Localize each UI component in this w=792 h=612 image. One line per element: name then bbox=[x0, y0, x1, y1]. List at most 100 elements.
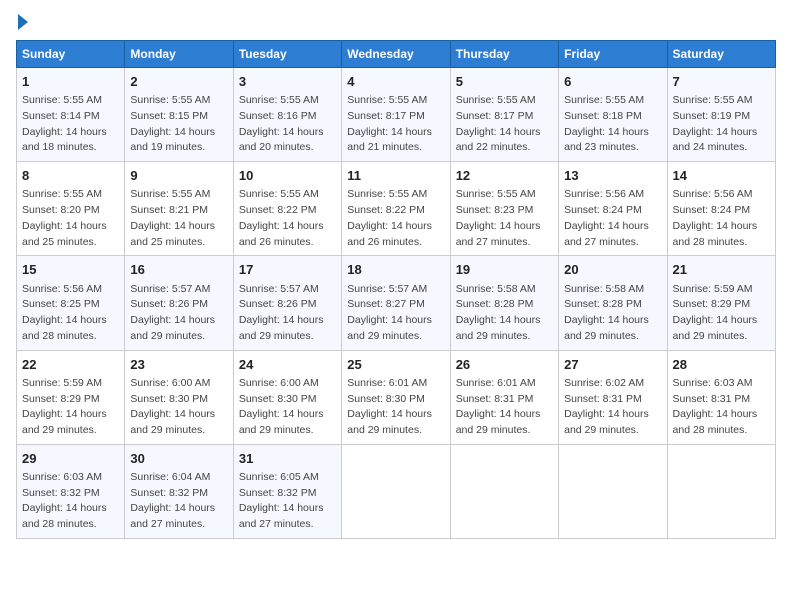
calendar-day-25: 25 Sunrise: 6:01 AMSunset: 8:30 PMDayligh… bbox=[342, 350, 450, 444]
day-number: 9 bbox=[130, 167, 227, 185]
day-info: Sunrise: 5:55 AMSunset: 8:17 PMDaylight:… bbox=[456, 94, 541, 153]
calendar-day-1: 1Sunrise: 5:55 AMSunset: 8:14 PMDaylight… bbox=[17, 68, 125, 162]
day-number: 3 bbox=[239, 73, 336, 91]
day-number: 21 bbox=[673, 261, 770, 279]
day-number: 28 bbox=[673, 356, 770, 374]
calendar-day-27: 27Sunrise: 6:02 AMSunset: 8:31 PMDayligh… bbox=[559, 350, 667, 444]
calendar-week-4: 22 Sunrise: 5:59 AMSunset: 8:29 PMDayligh… bbox=[17, 350, 776, 444]
day-info: Sunrise: 5:55 AMSunset: 8:16 PMDaylight:… bbox=[239, 94, 324, 153]
day-info: Sunrise: 5:56 AMSunset: 8:24 PMDaylight:… bbox=[564, 188, 649, 247]
calendar-day-18: 18 Sunrise: 5:57 AMSunset: 8:27 PMDayligh… bbox=[342, 256, 450, 350]
day-number: 29 bbox=[22, 450, 119, 468]
calendar-empty-cell bbox=[667, 444, 775, 538]
day-info: Sunrise: 5:57 AMSunset: 8:27 PMDaylight:… bbox=[347, 283, 432, 342]
day-number: 14 bbox=[673, 167, 770, 185]
calendar-day-31: 31 Sunrise: 6:05 AMSunset: 8:32 PMDayligh… bbox=[233, 444, 341, 538]
day-info: Sunrise: 5:55 AMSunset: 8:18 PMDaylight:… bbox=[564, 94, 649, 153]
calendar-day-8: 8 Sunrise: 5:55 AMSunset: 8:20 PMDaylight… bbox=[17, 162, 125, 256]
day-info: Sunrise: 6:00 AMSunset: 8:30 PMDaylight:… bbox=[239, 377, 324, 436]
day-info: Sunrise: 6:05 AMSunset: 8:32 PMDaylight:… bbox=[239, 471, 324, 530]
calendar-day-16: 16 Sunrise: 5:57 AMSunset: 8:26 PMDayligh… bbox=[125, 256, 233, 350]
calendar-day-4: 4Sunrise: 5:55 AMSunset: 8:17 PMDaylight… bbox=[342, 68, 450, 162]
calendar-day-28: 28 Sunrise: 6:03 AMSunset: 8:31 PMDayligh… bbox=[667, 350, 775, 444]
day-info: Sunrise: 5:55 AMSunset: 8:22 PMDaylight:… bbox=[239, 188, 324, 247]
calendar-day-21: 21 Sunrise: 5:59 AMSunset: 8:29 PMDayligh… bbox=[667, 256, 775, 350]
calendar-table: SundayMondayTuesdayWednesdayThursdayFrid… bbox=[16, 40, 776, 539]
day-number: 12 bbox=[456, 167, 553, 185]
day-info: Sunrise: 6:03 AMSunset: 8:31 PMDaylight:… bbox=[673, 377, 758, 436]
day-number: 26 bbox=[456, 356, 553, 374]
logo bbox=[16, 16, 28, 30]
calendar-day-3: 3 Sunrise: 5:55 AMSunset: 8:16 PMDaylight… bbox=[233, 68, 341, 162]
day-number: 10 bbox=[239, 167, 336, 185]
day-number: 6 bbox=[564, 73, 661, 91]
day-info: Sunrise: 6:01 AMSunset: 8:31 PMDaylight:… bbox=[456, 377, 541, 436]
day-info: Sunrise: 5:57 AMSunset: 8:26 PMDaylight:… bbox=[130, 283, 215, 342]
day-info: Sunrise: 5:55 AMSunset: 8:17 PMDaylight:… bbox=[347, 94, 432, 153]
calendar-week-1: 1Sunrise: 5:55 AMSunset: 8:14 PMDaylight… bbox=[17, 68, 776, 162]
day-number: 25 bbox=[347, 356, 444, 374]
day-info: Sunrise: 5:59 AMSunset: 8:29 PMDaylight:… bbox=[673, 283, 758, 342]
day-info: Sunrise: 5:55 AMSunset: 8:20 PMDaylight:… bbox=[22, 188, 107, 247]
day-info: Sunrise: 5:58 AMSunset: 8:28 PMDaylight:… bbox=[564, 283, 649, 342]
day-number: 18 bbox=[347, 261, 444, 279]
calendar-header-row: SundayMondayTuesdayWednesdayThursdayFrid… bbox=[17, 41, 776, 68]
day-number: 23 bbox=[130, 356, 227, 374]
calendar-empty-cell bbox=[559, 444, 667, 538]
calendar-day-17: 17Sunrise: 5:57 AMSunset: 8:26 PMDayligh… bbox=[233, 256, 341, 350]
day-header-tuesday: Tuesday bbox=[233, 41, 341, 68]
day-number: 2 bbox=[130, 73, 227, 91]
day-header-thursday: Thursday bbox=[450, 41, 558, 68]
calendar-day-24: 24 Sunrise: 6:00 AMSunset: 8:30 PMDayligh… bbox=[233, 350, 341, 444]
day-header-wednesday: Wednesday bbox=[342, 41, 450, 68]
day-number: 24 bbox=[239, 356, 336, 374]
calendar-day-23: 23 Sunrise: 6:00 AMSunset: 8:30 PMDayligh… bbox=[125, 350, 233, 444]
day-info: Sunrise: 5:55 AMSunset: 8:15 PMDaylight:… bbox=[130, 94, 215, 153]
calendar-day-29: 29 Sunrise: 6:03 AMSunset: 8:32 PMDayligh… bbox=[17, 444, 125, 538]
day-info: Sunrise: 5:55 AMSunset: 8:22 PMDaylight:… bbox=[347, 188, 432, 247]
day-number: 13 bbox=[564, 167, 661, 185]
day-info: Sunrise: 5:55 AMSunset: 8:21 PMDaylight:… bbox=[130, 188, 215, 247]
calendar-day-20: 20 Sunrise: 5:58 AMSunset: 8:28 PMDayligh… bbox=[559, 256, 667, 350]
calendar-day-14: 14Sunrise: 5:56 AMSunset: 8:24 PMDayligh… bbox=[667, 162, 775, 256]
day-info: Sunrise: 6:04 AMSunset: 8:32 PMDaylight:… bbox=[130, 471, 215, 530]
day-header-friday: Friday bbox=[559, 41, 667, 68]
calendar-day-13: 13 Sunrise: 5:56 AMSunset: 8:24 PMDayligh… bbox=[559, 162, 667, 256]
calendar-day-6: 6 Sunrise: 5:55 AMSunset: 8:18 PMDaylight… bbox=[559, 68, 667, 162]
calendar-day-19: 19 Sunrise: 5:58 AMSunset: 8:28 PMDayligh… bbox=[450, 256, 558, 350]
day-number: 22 bbox=[22, 356, 119, 374]
day-info: Sunrise: 5:59 AMSunset: 8:29 PMDaylight:… bbox=[22, 377, 107, 436]
calendar-day-9: 9 Sunrise: 5:55 AMSunset: 8:21 PMDaylight… bbox=[125, 162, 233, 256]
day-number: 7 bbox=[673, 73, 770, 91]
day-header-saturday: Saturday bbox=[667, 41, 775, 68]
day-number: 15 bbox=[22, 261, 119, 279]
day-number: 19 bbox=[456, 261, 553, 279]
day-number: 8 bbox=[22, 167, 119, 185]
day-info: Sunrise: 6:00 AMSunset: 8:30 PMDaylight:… bbox=[130, 377, 215, 436]
day-info: Sunrise: 5:57 AMSunset: 8:26 PMDaylight:… bbox=[239, 283, 324, 342]
calendar-day-11: 11 Sunrise: 5:55 AMSunset: 8:22 PMDayligh… bbox=[342, 162, 450, 256]
day-info: Sunrise: 5:55 AMSunset: 8:19 PMDaylight:… bbox=[673, 94, 758, 153]
day-number: 31 bbox=[239, 450, 336, 468]
calendar-day-26: 26 Sunrise: 6:01 AMSunset: 8:31 PMDayligh… bbox=[450, 350, 558, 444]
day-info: Sunrise: 6:01 AMSunset: 8:30 PMDaylight:… bbox=[347, 377, 432, 436]
day-number: 30 bbox=[130, 450, 227, 468]
day-number: 20 bbox=[564, 261, 661, 279]
calendar-week-5: 29 Sunrise: 6:03 AMSunset: 8:32 PMDayligh… bbox=[17, 444, 776, 538]
calendar-day-7: 7 Sunrise: 5:55 AMSunset: 8:19 PMDaylight… bbox=[667, 68, 775, 162]
logo-arrow-icon bbox=[18, 14, 28, 30]
day-info: Sunrise: 6:02 AMSunset: 8:31 PMDaylight:… bbox=[564, 377, 649, 436]
day-number: 1 bbox=[22, 73, 119, 91]
calendar-day-5: 5 Sunrise: 5:55 AMSunset: 8:17 PMDaylight… bbox=[450, 68, 558, 162]
day-header-monday: Monday bbox=[125, 41, 233, 68]
day-info: Sunrise: 6:03 AMSunset: 8:32 PMDaylight:… bbox=[22, 471, 107, 530]
calendar-week-2: 8 Sunrise: 5:55 AMSunset: 8:20 PMDaylight… bbox=[17, 162, 776, 256]
day-number: 11 bbox=[347, 167, 444, 185]
calendar-empty-cell bbox=[342, 444, 450, 538]
day-number: 5 bbox=[456, 73, 553, 91]
day-number: 16 bbox=[130, 261, 227, 279]
day-info: Sunrise: 5:58 AMSunset: 8:28 PMDaylight:… bbox=[456, 283, 541, 342]
day-info: Sunrise: 5:55 AMSunset: 8:23 PMDaylight:… bbox=[456, 188, 541, 247]
calendar-day-10: 10 Sunrise: 5:55 AMSunset: 8:22 PMDayligh… bbox=[233, 162, 341, 256]
calendar-day-12: 12 Sunrise: 5:55 AMSunset: 8:23 PMDayligh… bbox=[450, 162, 558, 256]
